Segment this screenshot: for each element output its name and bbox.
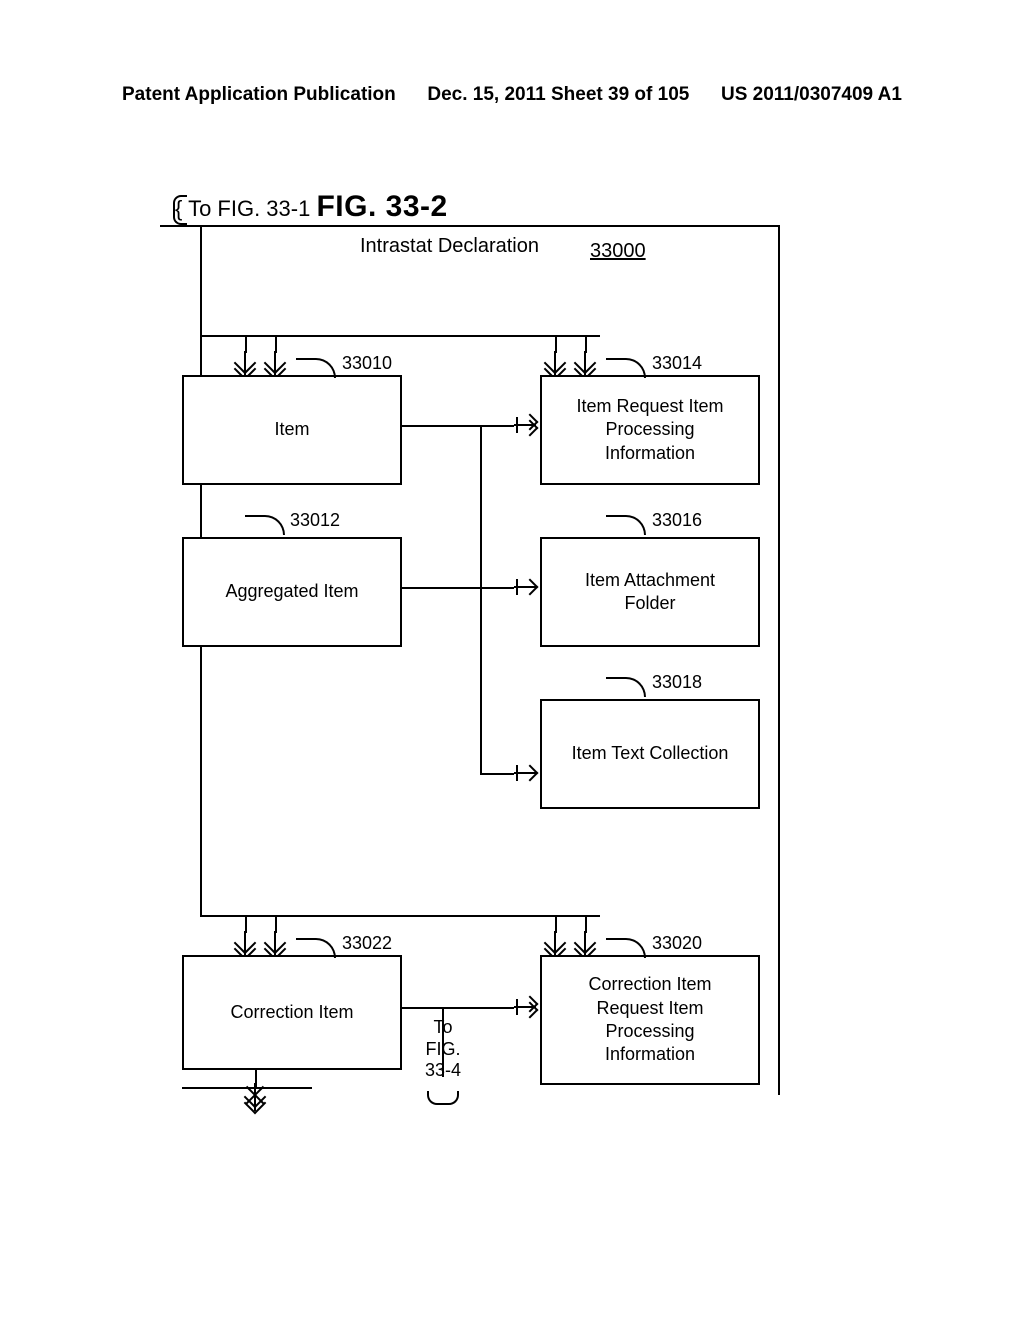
assoc-arrow-icon [514, 576, 536, 598]
callout-code: 33020 [652, 933, 702, 954]
cross-ref: { To FIG. 33-1 [175, 196, 310, 221]
root-label: Intrastat Declaration [360, 235, 539, 258]
connector [200, 915, 600, 917]
connector [555, 335, 557, 353]
node-label: Item [274, 418, 309, 441]
assoc-arrow-icon [514, 414, 536, 436]
node-aggregated-item: Aggregated Item [182, 537, 402, 647]
connector [275, 915, 277, 933]
callout-code: 33010 [342, 353, 392, 374]
node-label: Item Text Collection [572, 742, 729, 765]
figure-title-row: { To FIG. 33-1 FIG. 33-2 [175, 190, 448, 224]
connector [585, 335, 587, 353]
hierarchy-arrow-crossed-icon [244, 1083, 266, 1111]
continuation-bracket-bottom [427, 1091, 459, 1105]
node-label: Item Request Item Processing Information [576, 395, 723, 465]
header-center: Dec. 15, 2011 Sheet 39 of 105 [427, 84, 689, 106]
connector [480, 425, 482, 775]
node-label: Item Attachment Folder [585, 569, 715, 616]
node-label: Aggregated Item [225, 580, 358, 603]
figure-number: FIG. 33-2 [316, 190, 447, 223]
connector [555, 915, 557, 933]
connector [275, 335, 277, 353]
node-item-text-collection: Item Text Collection [540, 699, 760, 809]
connector [480, 773, 514, 775]
connector [200, 225, 202, 335]
connector [245, 915, 247, 933]
header-left: Patent Application Publication [122, 84, 396, 106]
diagram-canvas: Intrastat Declaration 33000 Item 33010 I… [160, 225, 780, 1095]
connector [480, 587, 514, 589]
header-right: US 2011/0307409 A1 [721, 84, 902, 106]
root-code: 33000 [590, 240, 646, 263]
connector [402, 587, 482, 589]
node-item-request-processing: Item Request Item Processing Information [540, 375, 760, 485]
node-correction-item: Correction Item [182, 955, 402, 1070]
assoc-arrow-icon [514, 996, 536, 1018]
node-label: Correction Item [230, 1001, 353, 1024]
connector [200, 335, 600, 337]
connector [402, 1007, 514, 1009]
callout-code: 33016 [652, 510, 702, 531]
assoc-arrow-icon [514, 762, 536, 784]
connector [245, 335, 247, 353]
callout-code: 33014 [652, 353, 702, 374]
node-item-attachment-folder: Item Attachment Folder [540, 537, 760, 647]
continuation-label: To FIG. 33-4 [425, 1017, 461, 1082]
callout-code: 33022 [342, 933, 392, 954]
connector [402, 425, 514, 427]
callout-code: 33018 [652, 672, 702, 693]
continuation-bracket-left [173, 195, 187, 225]
connector [585, 915, 587, 933]
node-item: Item [182, 375, 402, 485]
page-header: Patent Application Publication Dec. 15, … [0, 84, 1024, 106]
node-correction-request-processing: Correction Item Request Item Processing … [540, 955, 760, 1085]
node-label: Correction Item Request Item Processing … [588, 973, 711, 1067]
callout-code: 33012 [290, 510, 340, 531]
